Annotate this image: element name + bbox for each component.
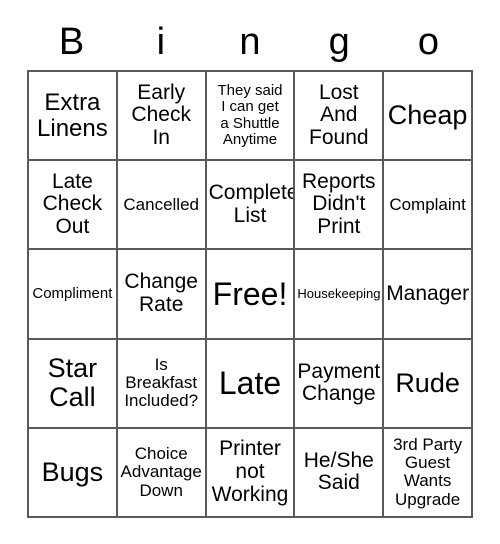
bingo-cell[interactable]: Complete List: [206, 161, 296, 251]
bingo-header: B i n g o: [27, 14, 473, 70]
bingo-cell[interactable]: Housekeeping: [295, 250, 385, 340]
bingo-cell-label: Star Call: [47, 353, 98, 413]
bingo-cell[interactable]: He/She Said: [295, 428, 385, 518]
bingo-cell-label: Complete List: [208, 181, 296, 227]
header-letter-b: B: [58, 21, 85, 63]
bingo-cell[interactable]: Reports Didn't Print: [295, 161, 385, 251]
bingo-cell-label: Cancelled: [123, 194, 199, 214]
bingo-cell-label: Late Check Out: [42, 169, 103, 239]
bingo-cell-label: Is Breakfast Included?: [124, 354, 199, 411]
bingo-cell-label: 3rd Party Guest Wants Upgrade: [393, 434, 463, 509]
bingo-cell[interactable]: Early Check In: [117, 72, 207, 162]
bingo-cell-label: Printer not Working: [211, 437, 289, 506]
bingo-cell[interactable]: 3rd Party Guest Wants Upgrade: [384, 428, 473, 518]
header-letter-o: o: [417, 21, 439, 63]
bingo-cell-label: Cheap: [387, 100, 468, 131]
bingo-cell-label: Reports Didn't Print: [302, 169, 376, 239]
bingo-cell-label: Late: [218, 364, 282, 401]
header-letter-n: n: [239, 21, 261, 63]
bingo-cell[interactable]: Change Rate: [117, 250, 207, 340]
bingo-cell[interactable]: Payment Change: [295, 339, 385, 429]
bingo-cell[interactable]: Free!: [206, 250, 296, 340]
bingo-cell[interactable]: Late Check Out: [29, 161, 118, 251]
bingo-cell[interactable]: Choice Advantage Down: [117, 428, 207, 518]
bingo-cell-label: He/She Said: [303, 448, 374, 495]
bingo-cell-label: Free!: [212, 275, 288, 312]
bingo-cell-label: Bugs: [41, 456, 104, 487]
bingo-grid: Extra Linens Early Check In They said I ca…: [27, 70, 473, 518]
bingo-cell-label: Complaint: [389, 194, 466, 214]
bingo-cell-label: Compliment: [32, 284, 113, 302]
bingo-cell[interactable]: Star Call: [29, 339, 118, 429]
bingo-cell-label: They said I can get a Shuttle Anytime: [217, 82, 283, 148]
bingo-cell-label: Choice Advantage Down: [120, 443, 202, 500]
bingo-cell-label: Rude: [395, 367, 460, 398]
bingo-cell[interactable]: Compliment: [29, 250, 118, 340]
bingo-cell-label: Housekeeping: [297, 285, 381, 301]
bingo-cell[interactable]: Manager: [384, 250, 473, 340]
bingo-cell-label: Payment Change: [297, 359, 381, 406]
bingo-cell-label: Change Rate: [124, 270, 198, 316]
bingo-cell[interactable]: Late: [206, 339, 296, 429]
header-letter-g: g: [328, 21, 350, 63]
bingo-cell-label: Early Check In: [131, 80, 191, 149]
bingo-cell[interactable]: Cheap: [384, 72, 473, 162]
bingo-cell[interactable]: Printer not Working: [206, 428, 296, 518]
bingo-cell-label: Extra Linens: [37, 88, 108, 142]
bingo-card: B i n g o Extra Linens Early Check In They…: [27, 14, 473, 518]
bingo-cell[interactable]: Complaint: [384, 161, 473, 251]
header-letter-i: i: [156, 21, 166, 63]
bingo-cell-label: Manager: [386, 281, 470, 305]
bingo-cell[interactable]: Lost And Found: [295, 72, 385, 162]
bingo-cell[interactable]: Cancelled: [117, 161, 207, 251]
bingo-cell[interactable]: They said I can get a Shuttle Anytime: [206, 72, 296, 162]
bingo-cell[interactable]: Bugs: [29, 428, 118, 518]
bingo-cell[interactable]: Is Breakfast Included?: [117, 339, 207, 429]
bingo-cell[interactable]: Rude: [384, 339, 473, 429]
bingo-cell-label: Lost And Found: [309, 80, 369, 149]
bingo-cell[interactable]: Extra Linens: [29, 72, 118, 162]
